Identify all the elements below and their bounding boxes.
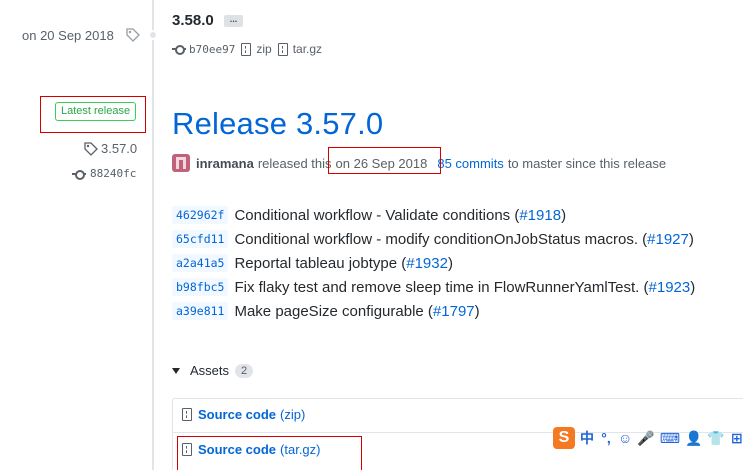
zip-file-icon: [182, 408, 192, 421]
commit-sha-link[interactable]: b98fbc5: [172, 278, 229, 296]
pr-link[interactable]: #1918: [519, 207, 561, 224]
timeline-line: [152, 0, 154, 470]
ime-user-icon[interactable]: 👤: [685, 430, 702, 447]
commit-message-end: ): [688, 230, 694, 248]
caret-down-icon: [172, 367, 180, 374]
latest-release-badge: Latest release: [55, 102, 137, 121]
ime-toolbox-icon[interactable]: ⊞: [730, 430, 743, 447]
pr-link[interactable]: #1932: [406, 255, 448, 272]
commit-message-end: ): [690, 278, 696, 296]
commit-message: Fix flaky test and remove sleep time in …: [234, 278, 649, 296]
ime-skin-icon[interactable]: 👕: [707, 430, 724, 447]
commit-message-end: ): [474, 302, 480, 320]
commit-row: a39e811 Make pageSize configurable (#179…: [172, 299, 695, 323]
release-meta: inramana released this on 26 Sep 2018 85…: [172, 154, 666, 172]
release-title[interactable]: Release 3.57.0: [172, 106, 383, 142]
previous-commit-sha: b70ee97: [189, 42, 236, 56]
pr-link[interactable]: #1923: [649, 279, 691, 296]
ime-keyboard-icon[interactable]: ⌨: [660, 430, 680, 447]
assets-count: 2: [235, 363, 254, 378]
targz-file-icon: [182, 442, 192, 456]
commits-count-link[interactable]: 85 commits: [437, 156, 503, 171]
release-commit-link[interactable]: 88240fc: [72, 167, 136, 180]
ime-toolbar: S 中 °, ☺ 🎤 ⌨ 👤 👕 ⊞: [553, 426, 743, 450]
asset-ext: (zip): [280, 407, 306, 422]
pr-link[interactable]: #1927: [647, 231, 689, 248]
release-tag: 3.57.0: [101, 141, 138, 156]
previous-release-links: b70ee97 zip tar.gz: [172, 42, 322, 56]
previous-targz-link[interactable]: tar.gz: [277, 42, 323, 56]
release-date: on 26 Sep 2018: [335, 155, 428, 171]
commit-row: 65cfd11 Conditional workflow - modify co…: [172, 227, 695, 251]
targz-label: tar.gz: [292, 42, 323, 56]
previous-commit-link[interactable]: b70ee97: [172, 43, 235, 56]
assets-toggle[interactable]: Assets 2: [172, 363, 254, 378]
commit-message: Conditional workflow - Validate conditio…: [234, 206, 520, 224]
assets-label: Assets: [190, 363, 230, 378]
expand-ellipsis-button[interactable]: ...: [224, 15, 243, 27]
tag-icon: [84, 141, 98, 156]
commit-row: b98fbc5 Fix flaky test and remove sleep …: [172, 275, 695, 299]
commit-list: 462962f Conditional workflow - Validate …: [172, 203, 695, 323]
author-link[interactable]: inramana: [196, 156, 254, 171]
release-tag-link[interactable]: 3.57.0: [84, 141, 137, 156]
targz-file-icon: [277, 42, 288, 56]
zip-file-icon: [241, 42, 252, 56]
commit-sha-link[interactable]: 462962f: [172, 206, 229, 224]
ime-chinese-mode[interactable]: 中: [580, 428, 594, 448]
commit-message-end: ): [561, 206, 567, 224]
commit-sha-link[interactable]: a39e811: [172, 302, 229, 320]
commit-message: Conditional workflow - modify conditionO…: [234, 230, 648, 248]
avatar[interactable]: [172, 154, 190, 172]
previous-release-version[interactable]: 3.58.0: [172, 12, 214, 29]
commit-row: 462962f Conditional workflow - Validate …: [172, 203, 695, 227]
asset-name: Source code: [198, 441, 277, 457]
commit-sha-link[interactable]: 65cfd11: [172, 230, 229, 248]
commit-message-end: ): [447, 254, 453, 272]
ime-voice-icon[interactable]: 🎤: [637, 430, 654, 447]
commit-message: Reportal tableau jobtype (: [234, 254, 407, 272]
ime-punctuation[interactable]: °,: [599, 430, 613, 446]
release-commit-sha: 88240fc: [90, 167, 137, 180]
pr-link[interactable]: #1797: [433, 303, 475, 320]
commit-row: a2a41a5 Reportal tableau jobtype (#1932): [172, 251, 695, 275]
commit-sha-link[interactable]: a2a41a5: [172, 254, 229, 272]
previous-release-date: on 20 Sep 2018: [22, 28, 114, 43]
asset-ext: (tar.gz): [280, 441, 321, 457]
asset-name: Source code: [198, 407, 277, 422]
commits-suffix: to master since this release: [507, 155, 667, 171]
commit-icon: [172, 44, 186, 55]
zip-label: zip: [256, 42, 272, 56]
released-text: released this: [257, 155, 332, 171]
commit-message: Make pageSize configurable (: [234, 302, 433, 320]
ime-emoji-icon[interactable]: ☺: [618, 430, 632, 446]
commit-icon: [72, 169, 86, 180]
ime-logo-icon[interactable]: S: [553, 427, 575, 449]
tag-icon: [126, 28, 140, 42]
timeline-dot: [148, 30, 158, 40]
previous-zip-link[interactable]: zip: [241, 42, 272, 56]
